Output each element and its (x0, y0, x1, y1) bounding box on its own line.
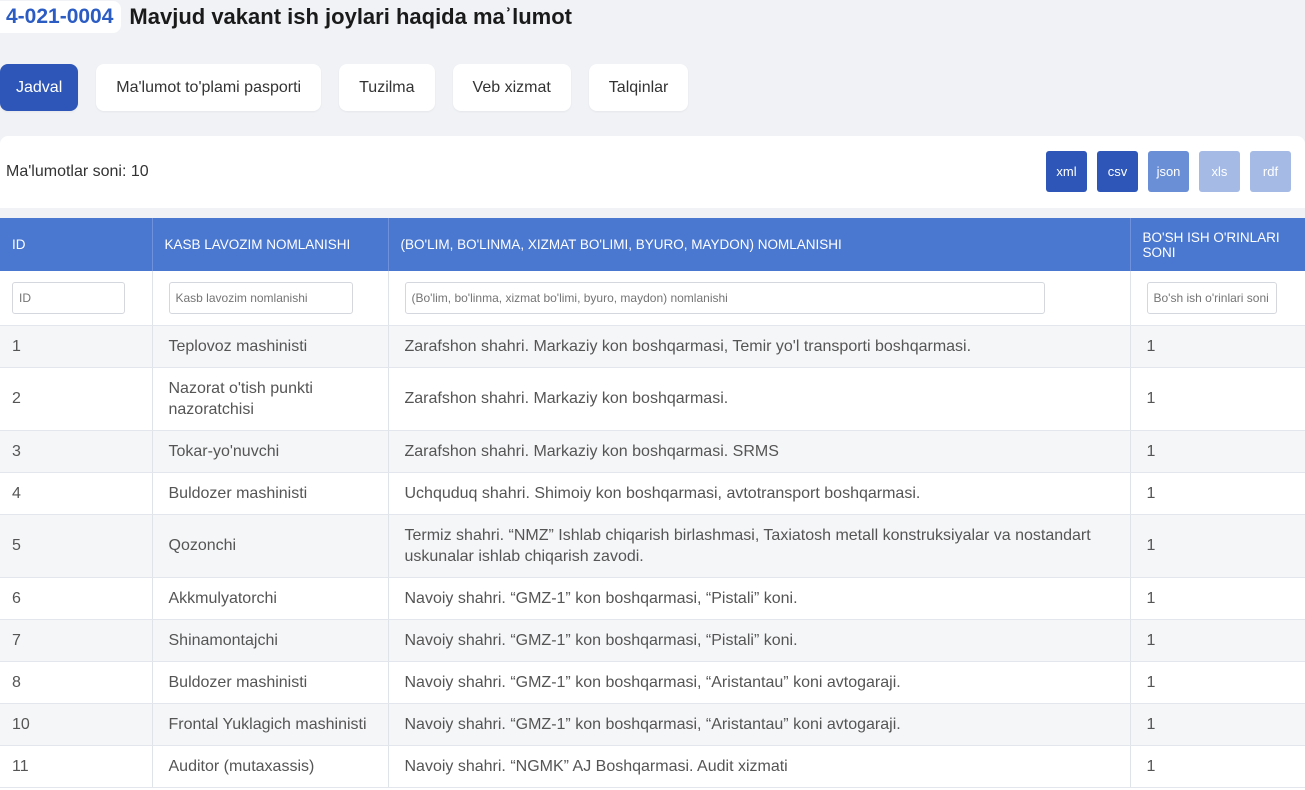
cell-bolim: Zarafshon shahri. Markaziy kon boshqarma… (388, 325, 1131, 368)
export-xls-button[interactable]: xls (1199, 151, 1240, 192)
export-csv-button[interactable]: csv (1097, 151, 1138, 192)
tab-tuzilma[interactable]: Tuzilma (339, 64, 435, 111)
cell-kasb: Nazorat o'tish punkti nazoratchisi (152, 367, 389, 431)
cell-id: 6 (0, 577, 153, 620)
cell-kasb: Buldozer mashinisti (152, 472, 389, 515)
cell-soni: 1 (1130, 661, 1305, 704)
column-header-kasb[interactable]: KASB LAVOZIM NOMLANISHI (152, 218, 389, 271)
page-title: Mavjud vakant ish joylari haqida maʾlumo… (129, 4, 572, 29)
cell-kasb: Akkmulyatorchi (152, 577, 389, 620)
cell-kasb: Frontal Yuklagich mashinisti (152, 703, 389, 746)
filter-kasb-input[interactable] (168, 281, 353, 314)
cell-kasb: Qozonchi (152, 514, 389, 578)
filter-id-input[interactable] (12, 281, 125, 314)
data-card: Ma'lumotlar soni: 10 xml csv json xls rd… (0, 136, 1305, 790)
cell-id: 2 (0, 367, 153, 431)
cell-id: 8 (0, 661, 153, 704)
table-header: ID KASB LAVOZIM NOMLANISHI (BO'LIM, BO'L… (0, 218, 1305, 271)
column-header-id[interactable]: ID (0, 218, 153, 271)
cell-bolim: Navoiy shahri. “NGMK” AJ Boshqarmasi. Au… (388, 745, 1131, 788)
export-xml-button[interactable]: xml (1046, 151, 1087, 192)
cell-bolim: Zarafshon shahri. Markaziy kon boshqarma… (388, 367, 1131, 431)
table-row[interactable]: 5 Qozonchi Termiz shahri. “NMZ” Ishlab chi… (0, 514, 1305, 578)
table-row[interactable]: 3 Tokar-yo'nuvchi Zarafshon shahri. Markaz… (0, 430, 1305, 473)
table-row[interactable]: 1 Teplovoz mashinisti Zarafshon shahri. Ma… (0, 325, 1305, 368)
cell-bolim: Navoiy shahri. “GMZ-1” kon boshqarmasi, … (388, 577, 1131, 620)
cell-kasb: Tokar-yo'nuvchi (152, 430, 389, 473)
record-count: Ma'lumotlar soni: 10 (6, 163, 149, 180)
cell-soni: 1 (1130, 472, 1305, 515)
cell-id: 10 (0, 703, 153, 746)
table-row[interactable]: 10 Frontal Yuklagich mashinisti Navoiy sha… (0, 703, 1305, 746)
cell-id: 4 (0, 472, 153, 515)
cell-soni: 1 (1130, 514, 1305, 578)
export-json-button[interactable]: json (1148, 151, 1189, 192)
tab-veb-xizmat[interactable]: Veb xizmat (452, 64, 571, 111)
cell-soni: 1 (1130, 367, 1305, 431)
cell-bolim: Termiz shahri. “NMZ” Ishlab chiqarish bi… (388, 514, 1131, 578)
table-row[interactable]: 2 Nazorat o'tish punkti nazoratchisi Zaraf… (0, 367, 1305, 431)
column-header-soni[interactable]: BO'SH ISH O'RINLARI SONI (1130, 218, 1305, 271)
cell-soni: 1 (1130, 577, 1305, 620)
data-table: ID KASB LAVOZIM NOMLANISHI (BO'LIM, BO'L… (0, 218, 1305, 788)
cell-soni: 1 (1130, 325, 1305, 368)
tab-bar: Jadval Ma'lumot to'plami pasporti Tuzilm… (0, 64, 706, 111)
cell-id: 3 (0, 430, 153, 473)
table-row[interactable]: 6 Akkmulyatorchi Navoiy shahri. “GMZ-1” ko… (0, 577, 1305, 620)
title-bar: 4-021-0004 Mavjud vakant ish joylari haq… (0, 0, 572, 34)
filter-bolim-input[interactable] (404, 281, 1045, 314)
cell-soni: 1 (1130, 745, 1305, 788)
cell-bolim: Navoiy shahri. “GMZ-1” kon boshqarmasi, … (388, 619, 1131, 662)
cell-id: 5 (0, 514, 153, 578)
tab-pasport[interactable]: Ma'lumot to'plami pasporti (96, 64, 322, 111)
filter-row (0, 271, 1305, 326)
export-buttons: xml csv json xls rdf (1036, 151, 1291, 192)
cell-bolim: Navoiy shahri. “GMZ-1” kon boshqarmasi, … (388, 661, 1131, 704)
table-row[interactable]: 4 Buldozer mashinisti Uchquduq shahri. Shi… (0, 472, 1305, 515)
tab-jadval[interactable]: Jadval (0, 64, 79, 111)
cell-kasb: Auditor (mutaxassis) (152, 745, 389, 788)
column-header-bolim[interactable]: (BO'LIM, BO'LINMA, XIZMAT BO'LIMI, BYURO… (388, 218, 1131, 271)
cell-id: 1 (0, 325, 153, 368)
cell-bolim: Uchquduq shahri. Shimoiy kon boshqarmasi… (388, 472, 1131, 515)
filter-soni-input[interactable] (1146, 281, 1277, 314)
dataset-code: 4-021-0004 (0, 1, 122, 33)
separator (0, 208, 1305, 218)
cell-soni: 1 (1130, 703, 1305, 746)
export-rdf-button[interactable]: rdf (1250, 151, 1291, 192)
tab-talqinlar[interactable]: Talqinlar (588, 64, 689, 111)
table-row[interactable]: 8 Buldozer mashinisti Navoiy shahri. “GMZ-… (0, 661, 1305, 704)
cell-bolim: Navoiy shahri. “GMZ-1” kon boshqarmasi, … (388, 703, 1131, 746)
table-row[interactable]: 7 Shinamontajchi Navoiy shahri. “GMZ-1” ko… (0, 619, 1305, 662)
cell-soni: 1 (1130, 619, 1305, 662)
cell-soni: 1 (1130, 430, 1305, 473)
table-row[interactable]: 11 Auditor (mutaxassis) Navoiy shahri. “NG… (0, 745, 1305, 788)
cell-kasb: Shinamontajchi (152, 619, 389, 662)
cell-kasb: Teplovoz mashinisti (152, 325, 389, 368)
cell-id: 7 (0, 619, 153, 662)
cell-id: 11 (0, 745, 153, 788)
cell-kasb: Buldozer mashinisti (152, 661, 389, 704)
cell-bolim: Zarafshon shahri. Markaziy kon boshqarma… (388, 430, 1131, 473)
